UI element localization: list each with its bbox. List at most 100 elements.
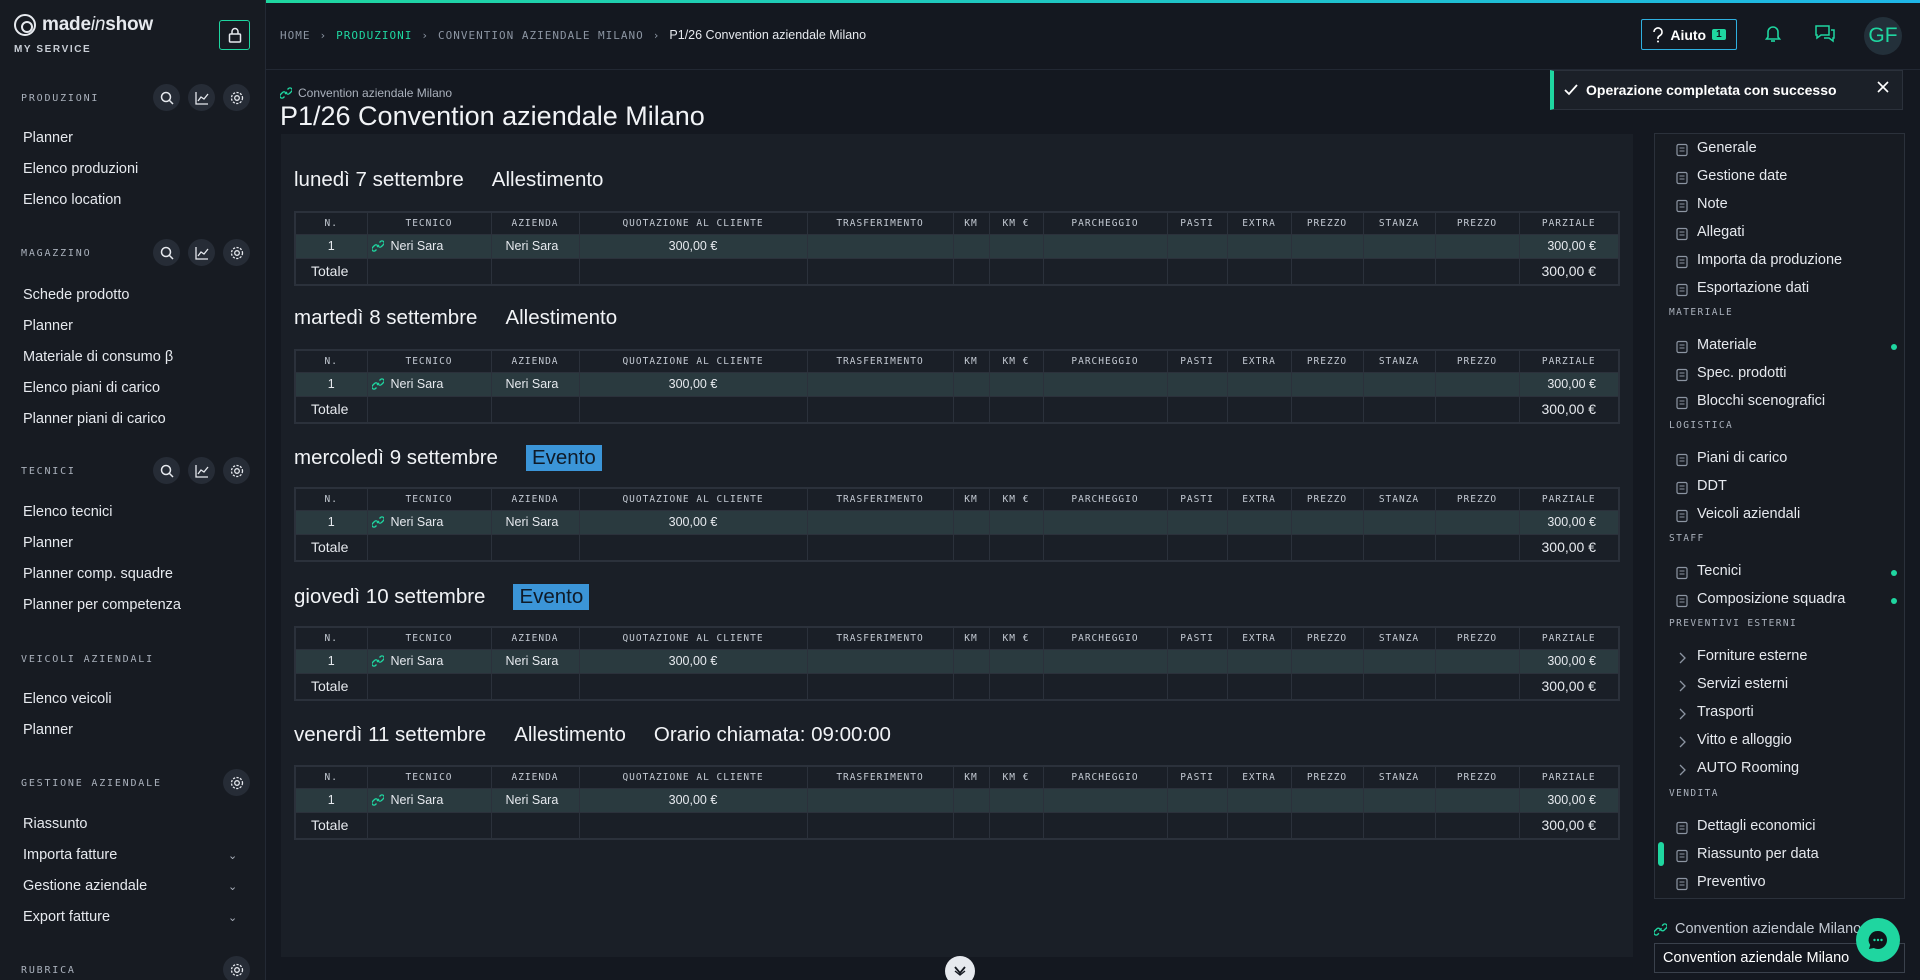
- breadcrumb-home[interactable]: HOME: [280, 29, 311, 42]
- stats-button[interactable]: [188, 457, 215, 484]
- status-dot: [1891, 598, 1897, 604]
- nav-planner-comp-squadre[interactable]: Planner comp. squadre: [23, 566, 173, 582]
- messages-button[interactable]: [1814, 23, 1836, 46]
- section-nav-item[interactable]: Forniture esterne: [1697, 648, 1807, 664]
- section-nav-item[interactable]: Note: [1697, 196, 1728, 212]
- section-nav-item[interactable]: DDT: [1697, 478, 1727, 494]
- cell-tecnico[interactable]: Neri Sara: [367, 510, 492, 534]
- scroll-down-button[interactable]: [945, 956, 975, 980]
- total-empty-cell: [953, 811, 990, 839]
- nav-elenco-tecnici[interactable]: Elenco tecnici: [23, 504, 112, 520]
- section-nav-item[interactable]: Riassunto per data: [1697, 846, 1819, 862]
- section-nav-item[interactable]: Tecnici: [1697, 563, 1741, 579]
- section-nav-item[interactable]: Gestione date: [1697, 168, 1787, 184]
- nav-planner-tecnici[interactable]: Planner: [23, 535, 73, 551]
- total-label: Totale: [295, 672, 368, 700]
- avatar[interactable]: GF: [1864, 17, 1902, 55]
- settings-button[interactable]: [223, 769, 250, 796]
- chevron-down-icon[interactable]: ⌄: [228, 911, 237, 924]
- lock-button[interactable]: [219, 20, 250, 50]
- section-nav-item[interactable]: AUTO Rooming: [1697, 760, 1799, 776]
- chevron-down-icon[interactable]: ⌄: [228, 880, 237, 893]
- total-empty-cell: [1167, 672, 1228, 700]
- cell-prezzo-stanza: [1435, 234, 1520, 258]
- section-nav-item[interactable]: Preventivo: [1697, 874, 1766, 890]
- stats-button[interactable]: [188, 84, 215, 111]
- section-nav-item[interactable]: Veicoli aziendali: [1697, 506, 1800, 522]
- search-button[interactable]: [153, 84, 180, 111]
- close-icon[interactable]: [1876, 80, 1890, 94]
- section-nav-item[interactable]: Vitto e alloggio: [1697, 732, 1792, 748]
- nav-planner[interactable]: Planner: [23, 130, 73, 146]
- breadcrumb-production[interactable]: CONVENTION AZIENDALE MILANO: [438, 29, 644, 42]
- section-nav-item[interactable]: Allegati: [1697, 224, 1745, 240]
- table-row[interactable]: 1 Neri Sara Neri Sara 300,00 €300,00 €: [295, 788, 1620, 812]
- column-header: EXTRA: [1227, 766, 1292, 789]
- section-nav-item[interactable]: Piani di carico: [1697, 450, 1787, 466]
- section-nav-item[interactable]: Spec. prodotti: [1697, 365, 1786, 381]
- nav-planner-competenza[interactable]: Planner per competenza: [23, 597, 181, 613]
- nav-export-fatture[interactable]: Export fatture: [23, 909, 110, 925]
- total-empty-cell: [989, 533, 1044, 561]
- section-nav-item[interactable]: Servizi esterni: [1697, 676, 1788, 692]
- nav-elenco-location[interactable]: Elenco location: [23, 192, 121, 208]
- chevron-down-icon[interactable]: ⌄: [228, 849, 237, 862]
- nav-elenco-produzioni[interactable]: Elenco produzioni: [23, 161, 138, 177]
- section-nav-heading: PREVENTIVI ESTERNI: [1669, 618, 1798, 629]
- section-nav-heading: STAFF: [1669, 533, 1705, 544]
- column-header: PREZZO: [1435, 488, 1520, 511]
- table-row[interactable]: 1 Neri Sara Neri Sara 300,00 €300,00 €: [295, 234, 1620, 258]
- section-nav-item[interactable]: Generale: [1697, 140, 1757, 156]
- cell-tecnico[interactable]: Neri Sara: [367, 372, 492, 396]
- nav-gestione-aziendale[interactable]: Gestione aziendale: [23, 878, 147, 894]
- settings-button[interactable]: [223, 84, 250, 111]
- section-title-veicoli: VEICOLI AZIENDALI: [21, 654, 154, 665]
- day-date: venerdì 11 settembre: [294, 723, 487, 746]
- section-nav-item[interactable]: Trasporti: [1697, 704, 1754, 720]
- cell-extra: [1227, 510, 1292, 534]
- table-row[interactable]: 1 Neri Sara Neri Sara 300,00 €300,00 €: [295, 649, 1620, 673]
- section-nav-item[interactable]: Materiale: [1697, 337, 1757, 353]
- cell-tecnico[interactable]: Neri Sara: [367, 788, 492, 812]
- chart-trend-icon: [194, 246, 209, 260]
- column-header: PREZZO: [1435, 350, 1520, 373]
- section-icon: [1675, 368, 1689, 382]
- stats-button[interactable]: [188, 239, 215, 266]
- section-nav-item[interactable]: Esportazione dati: [1697, 280, 1809, 296]
- help-button[interactable]: Aiuto 1: [1641, 19, 1737, 50]
- cell-quotazione: 300,00 €: [579, 234, 808, 258]
- nav-elenco-piani-carico[interactable]: Elenco piani di carico: [23, 380, 160, 396]
- notifications-button[interactable]: [1764, 23, 1782, 46]
- section-nav-item[interactable]: Importa da produzione: [1697, 252, 1842, 268]
- total-empty-cell: [989, 811, 1044, 839]
- parent-production-link[interactable]: Convention aziendale Milano: [280, 86, 452, 100]
- nav-planner-piani-carico[interactable]: Planner piani di carico: [23, 411, 166, 427]
- table-row[interactable]: 1 Neri Sara Neri Sara 300,00 €300,00 €: [295, 510, 1620, 534]
- bottom-production-link[interactable]: Convention aziendale Milano: [1654, 921, 1861, 937]
- cell-tecnico[interactable]: Neri Sara: [367, 234, 492, 258]
- settings-button[interactable]: [223, 956, 250, 980]
- nav-importa-fatture[interactable]: Importa fatture: [23, 847, 117, 863]
- section-nav-item[interactable]: Composizione squadra: [1697, 591, 1845, 607]
- table-total-row: Totale 300,00 €: [295, 395, 1620, 423]
- nav-riassunto[interactable]: Riassunto: [23, 816, 87, 832]
- search-button[interactable]: [153, 239, 180, 266]
- search-button[interactable]: [153, 457, 180, 484]
- section-nav-item[interactable]: Blocchi scenografici: [1697, 393, 1825, 409]
- nav-planner-veicoli[interactable]: Planner: [23, 722, 73, 738]
- brand[interactable]: madeinshow MY SERVICE: [14, 14, 153, 55]
- settings-button[interactable]: [223, 457, 250, 484]
- nav-schede-prodotto[interactable]: Schede prodotto: [23, 287, 129, 303]
- cell-tecnico[interactable]: Neri Sara: [367, 649, 492, 673]
- settings-button[interactable]: [223, 239, 250, 266]
- column-header: PASTI: [1167, 488, 1228, 511]
- nav-materiale-consumo[interactable]: Materiale di consumo β: [23, 349, 173, 365]
- nav-planner-magazzino[interactable]: Planner: [23, 318, 73, 334]
- total-empty-cell: [1291, 811, 1364, 839]
- section-nav-item[interactable]: Dettagli economici: [1697, 818, 1815, 834]
- table-row[interactable]: 1 Neri Sara Neri Sara 300,00 €300,00 €: [295, 372, 1620, 396]
- breadcrumb-produzioni[interactable]: PRODUZIONI: [336, 29, 412, 42]
- column-header: N.: [295, 488, 368, 511]
- nav-elenco-veicoli[interactable]: Elenco veicoli: [23, 691, 112, 707]
- chat-support-button[interactable]: [1856, 918, 1900, 962]
